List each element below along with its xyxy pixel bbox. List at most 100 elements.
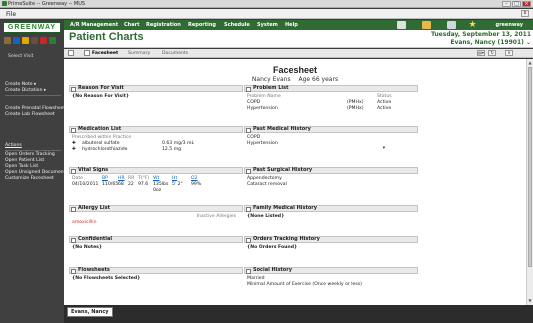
minimize-button[interactable]: – [502, 1, 511, 7]
patient-age: Age 66 years [298, 76, 339, 83]
scroll-down-icon[interactable]: ▼ [528, 298, 532, 303]
top-navigation: A/R Management Chart Registration Report… [64, 20, 533, 30]
maximize-button[interactable]: □ [512, 1, 521, 7]
panel-header[interactable]: Confidential [69, 236, 243, 243]
chevron-down-icon[interactable]: ▾ [247, 147, 415, 152]
tab-documents[interactable]: Documents [162, 51, 188, 56]
table-row[interactable]: 04/10/2011 110/65 68 22 97.6 135lbs 0oz … [72, 182, 240, 194]
refresh-button[interactable]: ↻ [488, 50, 496, 56]
table-row[interactable]: Hypertension (PMHx) Active [247, 106, 415, 112]
facesheet-content: Facesheet Nancy Evans Age 66 years Reaso… [64, 59, 526, 305]
panel-header[interactable]: Problem List [244, 85, 418, 92]
layout-menu-button[interactable]: ▤▾ [477, 50, 485, 56]
create-note-label: Create Note [5, 82, 33, 87]
panel-header[interactable]: Flowsheets [69, 267, 243, 274]
panel-icon [246, 206, 251, 212]
scroll-thumb[interactable] [528, 67, 532, 267]
panel-header[interactable]: Vital Signs [69, 167, 243, 174]
vital-temp: 97.6 [138, 182, 149, 188]
vital-o2: 99% [191, 182, 202, 188]
chevron-down-icon: ⌄ [525, 39, 531, 46]
chart-icon[interactable] [49, 37, 56, 44]
problem-type: (PMHx) [347, 106, 364, 112]
social-history-body: Married Minimal Amount of Exercise (Once… [244, 274, 418, 290]
panel-header[interactable]: Medication List [69, 126, 243, 133]
info-icon[interactable] [13, 37, 20, 44]
allergy-item[interactable]: amoxicillin [72, 220, 240, 226]
sidebar-divider [5, 150, 61, 151]
vital-signs-panel: Vital Signs Date BP HR RR T(°F) Wt Ht O2… [69, 167, 243, 197]
medication-dose: 12.5 mg [162, 147, 182, 153]
customize-facesheet-link[interactable]: Customize Facesheet [5, 176, 61, 182]
actions-label: Actions [5, 143, 22, 148]
confidential-value: {No Notes} [72, 245, 103, 250]
flowsheets-value: {No Flowsheets Selected} [72, 276, 141, 281]
current-user[interactable]: greenway [496, 22, 524, 28]
panel-header[interactable]: Past Medical History [244, 126, 418, 133]
panel-header[interactable]: Social History [244, 267, 418, 274]
problem-name: Hypertension [247, 106, 278, 112]
create-dictation-link[interactable]: Create Dictation ▸ [5, 88, 61, 94]
tab-facesheet[interactable]: Facesheet [92, 51, 118, 56]
facesheet-icon [84, 50, 90, 56]
star-icon[interactable]: ★ [468, 21, 477, 30]
nav-registration[interactable]: Registration [146, 22, 181, 28]
logo-text: GREENWAY [7, 24, 57, 31]
panel-header[interactable]: Orders Tracking History [244, 236, 418, 243]
menubar-close-button[interactable]: x [521, 10, 529, 17]
panel-title: Reason For Visit [78, 85, 124, 91]
panel-title: Family Medical History [253, 205, 318, 211]
close-window-button[interactable]: × [522, 1, 531, 7]
tab-summary[interactable]: Summary [128, 51, 150, 56]
user-icon[interactable] [4, 37, 11, 44]
folder-icon[interactable] [22, 37, 29, 44]
open-patient-tab[interactable]: Evans, Nancy [67, 307, 113, 317]
window-title: PrimeSuite -- Greenway -- MUS [8, 1, 86, 7]
create-lab-flowsheet-link[interactable]: Create Lab Flowsheet [5, 112, 61, 118]
select-visit-dropdown[interactable]: Select Visit [8, 54, 33, 59]
panel-icon [246, 86, 251, 92]
past-medical-history-panel: Past Medical History COPD Hypertension ▾ [244, 126, 418, 153]
vital-rr: 22 [128, 182, 134, 188]
app-icon [2, 1, 7, 6]
close-tab-button[interactable]: × [505, 50, 513, 56]
panel-header[interactable]: Past Surgical History [244, 167, 418, 174]
panel-icon [71, 168, 76, 174]
orders-tracking-value: {No Orders Found} [247, 245, 298, 250]
nav-help[interactable]: Help [285, 22, 298, 28]
panel-header[interactable]: Allergy List [69, 205, 243, 212]
panel-header[interactable]: Family Medical History [244, 205, 418, 212]
pill-icon: ✚ [72, 147, 76, 153]
note-icon[interactable] [31, 37, 38, 44]
panel-icon [246, 168, 251, 174]
actions-section: Actions Open Orders Tracking Open Patien… [5, 143, 68, 182]
vital-ht: 5' 2" [172, 182, 183, 188]
vital-hr: 68 [118, 182, 124, 188]
orders-tracking-history-panel: Orders Tracking History {No Orders Found… [244, 236, 418, 253]
panel-header[interactable]: Reason For Visit [69, 85, 243, 92]
nav-reporting[interactable]: Reporting [188, 22, 216, 28]
notepad-icon[interactable] [397, 21, 406, 29]
patient-selector[interactable]: Evans, Nancy (19901) ⌄ [450, 39, 531, 46]
messages-icon[interactable] [447, 21, 456, 29]
folder-icon[interactable] [422, 21, 431, 29]
nav-ar-management[interactable]: A/R Management [70, 22, 118, 28]
vertical-scrollbar[interactable]: ▲ ▼ [526, 59, 533, 305]
document-icon[interactable] [68, 50, 74, 56]
nav-schedule[interactable]: Schedule [224, 22, 250, 28]
nav-chart[interactable]: Chart [124, 22, 139, 28]
panel-title: Vital Signs [78, 167, 109, 173]
medication-name: hydrochlorothiazide [82, 147, 128, 153]
problem-list-panel: Problem List Problem Name Status COPD (P… [244, 85, 418, 115]
file-menu[interactable]: File [6, 11, 16, 18]
list-item[interactable]: ✚ hydrochlorothiazide 12.5 mg [72, 147, 240, 153]
scroll-up-icon[interactable]: ▲ [528, 60, 532, 65]
facesheet-title: Facesheet [272, 65, 318, 75]
list-item: Minimal Amount of Exercise (Once weekly … [247, 282, 362, 288]
nav-system[interactable]: System [257, 22, 278, 28]
sidebar-toolbar [4, 37, 56, 44]
panel-title: Flowsheets [78, 267, 110, 273]
panel-icon [71, 127, 76, 133]
panel-icon [246, 237, 251, 243]
alert-icon[interactable] [40, 37, 47, 44]
